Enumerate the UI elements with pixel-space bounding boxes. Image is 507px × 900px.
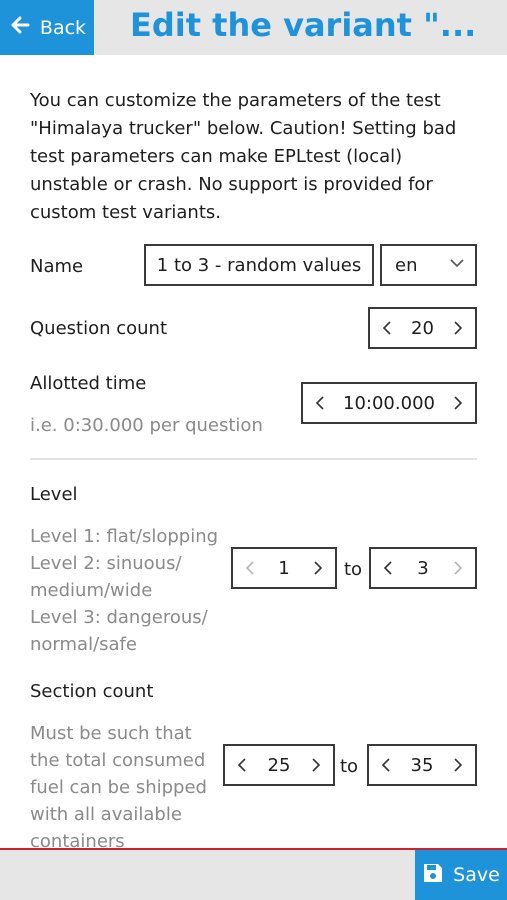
chevron-left-icon[interactable] xyxy=(380,319,394,337)
back-button[interactable]: Back xyxy=(0,0,94,55)
page-title: Edit the variant "... xyxy=(130,6,477,44)
section-min-value: 25 xyxy=(267,754,291,776)
level-label: Level xyxy=(30,484,78,505)
chevron-right-icon[interactable] xyxy=(451,756,465,774)
chevron-left-icon[interactable] xyxy=(243,559,257,577)
level-hint: Level 1: flat/slopping Level 2: sinuous/… xyxy=(30,526,219,655)
allotted-time-stepper[interactable]: 10:00.000 xyxy=(301,382,477,424)
level-max-value: 3 xyxy=(417,557,429,579)
name-input[interactable]: 1 to 3 - random values xyxy=(144,244,374,286)
language-select[interactable]: en xyxy=(380,244,477,286)
chevron-down-icon xyxy=(449,255,465,276)
chevron-left-icon[interactable] xyxy=(313,394,327,412)
chevron-right-icon[interactable] xyxy=(451,394,465,412)
level-max-stepper[interactable]: 3 xyxy=(369,547,477,589)
chevron-right-icon[interactable] xyxy=(451,319,465,337)
floppy-disk-icon xyxy=(422,862,444,889)
chevron-left-icon[interactable] xyxy=(379,756,393,774)
section-range-to: to xyxy=(340,756,359,777)
level-min-value: 1 xyxy=(278,557,290,579)
allotted-time-hint: i.e. 0:30.000 per question xyxy=(30,415,263,436)
allotted-time-label: Allotted time xyxy=(30,373,147,394)
section-count-hint: Must be such that the total consumed fue… xyxy=(30,723,207,848)
question-count-label: Question count xyxy=(30,318,168,339)
section-count-label: Section count xyxy=(30,681,154,702)
chevron-right-icon[interactable] xyxy=(451,559,465,577)
level-range-to: to xyxy=(344,559,363,580)
chevron-right-icon[interactable] xyxy=(311,559,325,577)
question-count-stepper[interactable]: 20 xyxy=(368,307,477,349)
chevron-right-icon[interactable] xyxy=(309,756,323,774)
settings-form[interactable]: You can customize the parameters of the … xyxy=(0,55,507,848)
arrow-left-icon xyxy=(8,13,32,42)
section-divider xyxy=(30,458,477,460)
section-min-stepper[interactable]: 25 xyxy=(223,744,335,786)
name-label: Name xyxy=(30,256,84,277)
intro-text: You can customize the parameters of the … xyxy=(30,90,457,223)
section-max-stepper[interactable]: 35 xyxy=(367,744,477,786)
save-button[interactable]: Save xyxy=(415,850,507,900)
bottom-bar: Save xyxy=(0,848,507,900)
section-max-value: 35 xyxy=(410,754,434,776)
language-value: en xyxy=(395,254,418,276)
chevron-left-icon[interactable] xyxy=(381,559,395,577)
header-bar: Back Edit the variant "... xyxy=(0,0,507,55)
question-count-value: 20 xyxy=(411,317,434,339)
level-min-stepper[interactable]: 1 xyxy=(231,547,337,589)
allotted-time-value: 10:00.000 xyxy=(343,392,435,414)
back-label: Back xyxy=(39,16,87,39)
chevron-left-icon[interactable] xyxy=(235,756,249,774)
save-label: Save xyxy=(453,864,500,886)
